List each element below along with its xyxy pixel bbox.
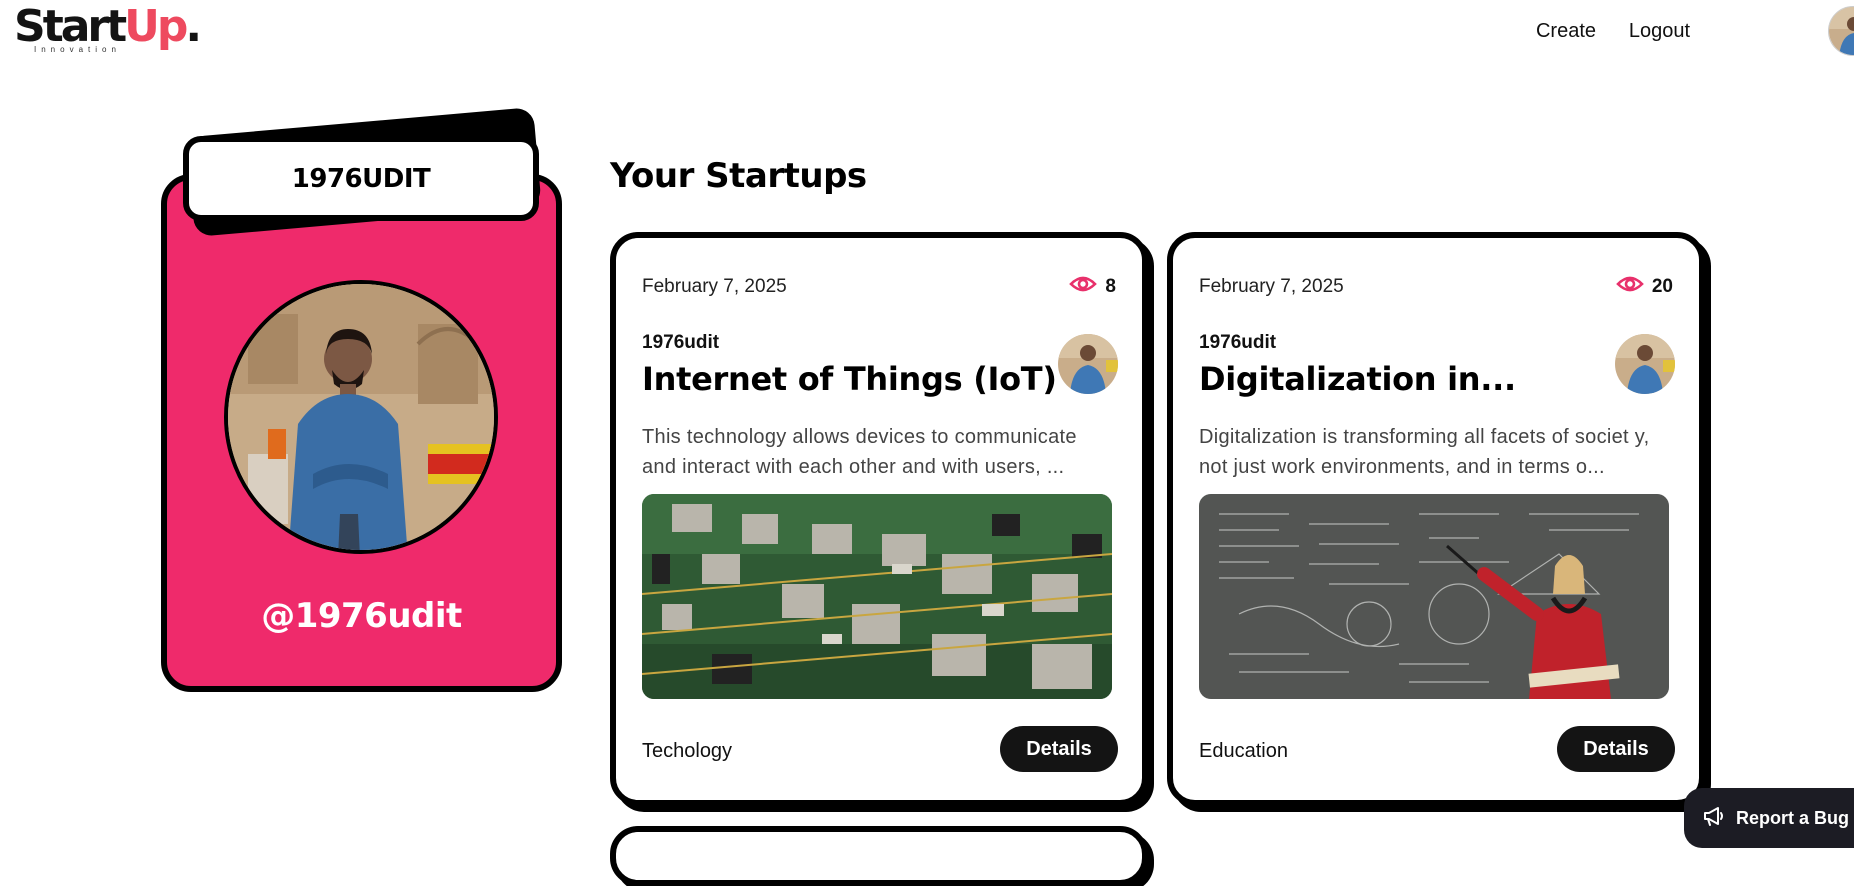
eye-icon (1069, 274, 1098, 300)
eye-icon (1616, 274, 1644, 300)
details-button[interactable]: Details (1000, 726, 1118, 772)
startup-card: February 7, 2025 20 1976udit Digitalizat… (1167, 232, 1705, 806)
startup-card-partial (610, 826, 1148, 886)
profile-name-tab: 1976UDIT (183, 136, 539, 221)
card-description: Digitalization is transforming all facet… (1199, 426, 1650, 478)
views-count: 8 (1105, 276, 1116, 297)
startup-card: February 7, 2025 8 1976udit Internet of … (610, 232, 1148, 806)
card-author[interactable]: 1976udit (642, 332, 719, 354)
card-title[interactable]: Digitalization in... (1199, 360, 1619, 398)
card-description: This technology allows devices to commun… (642, 426, 1077, 478)
circuit-board-image[interactable] (642, 494, 1112, 699)
user-avatar[interactable] (1828, 6, 1854, 56)
megaphone-icon (1702, 805, 1726, 832)
card-date: February 7, 2025 (642, 276, 787, 297)
card-author[interactable]: 1976udit (1199, 332, 1276, 354)
logo-up: Up (124, 1, 188, 52)
report-bug-label: Report a Bug (1736, 807, 1850, 828)
views-count: 20 (1651, 276, 1673, 297)
startup-logo[interactable]: StartUp. Innovation (14, 1, 202, 56)
logo-dot: . (185, 1, 202, 52)
author-avatar[interactable] (1615, 334, 1675, 394)
author-avatar[interactable] (1058, 334, 1118, 394)
card-views: 8 (1069, 274, 1116, 300)
card-category[interactable]: Techology (642, 740, 732, 763)
your-startups-heading: Your Startups (610, 156, 867, 196)
card-category[interactable]: Education (1199, 740, 1288, 763)
card-views: 20 (1616, 274, 1673, 300)
profile-photo (224, 280, 498, 554)
card-date: February 7, 2025 (1199, 276, 1344, 297)
card-title[interactable]: Internet of Things (IoT) (642, 360, 1062, 398)
logo-tagline: Innovation (34, 45, 121, 54)
logout-link[interactable]: Logout (1629, 20, 1690, 43)
create-link[interactable]: Create (1536, 20, 1596, 43)
report-bug-button[interactable]: Report a Bug (1684, 788, 1854, 848)
details-button[interactable]: Details (1557, 726, 1675, 772)
profile-handle: @1976udit (261, 596, 462, 636)
navbar: StartUp. Innovation Create Logout (0, 0, 1854, 64)
profile-name: 1976UDIT (291, 163, 431, 194)
teacher-chalkboard-image[interactable] (1199, 494, 1669, 699)
